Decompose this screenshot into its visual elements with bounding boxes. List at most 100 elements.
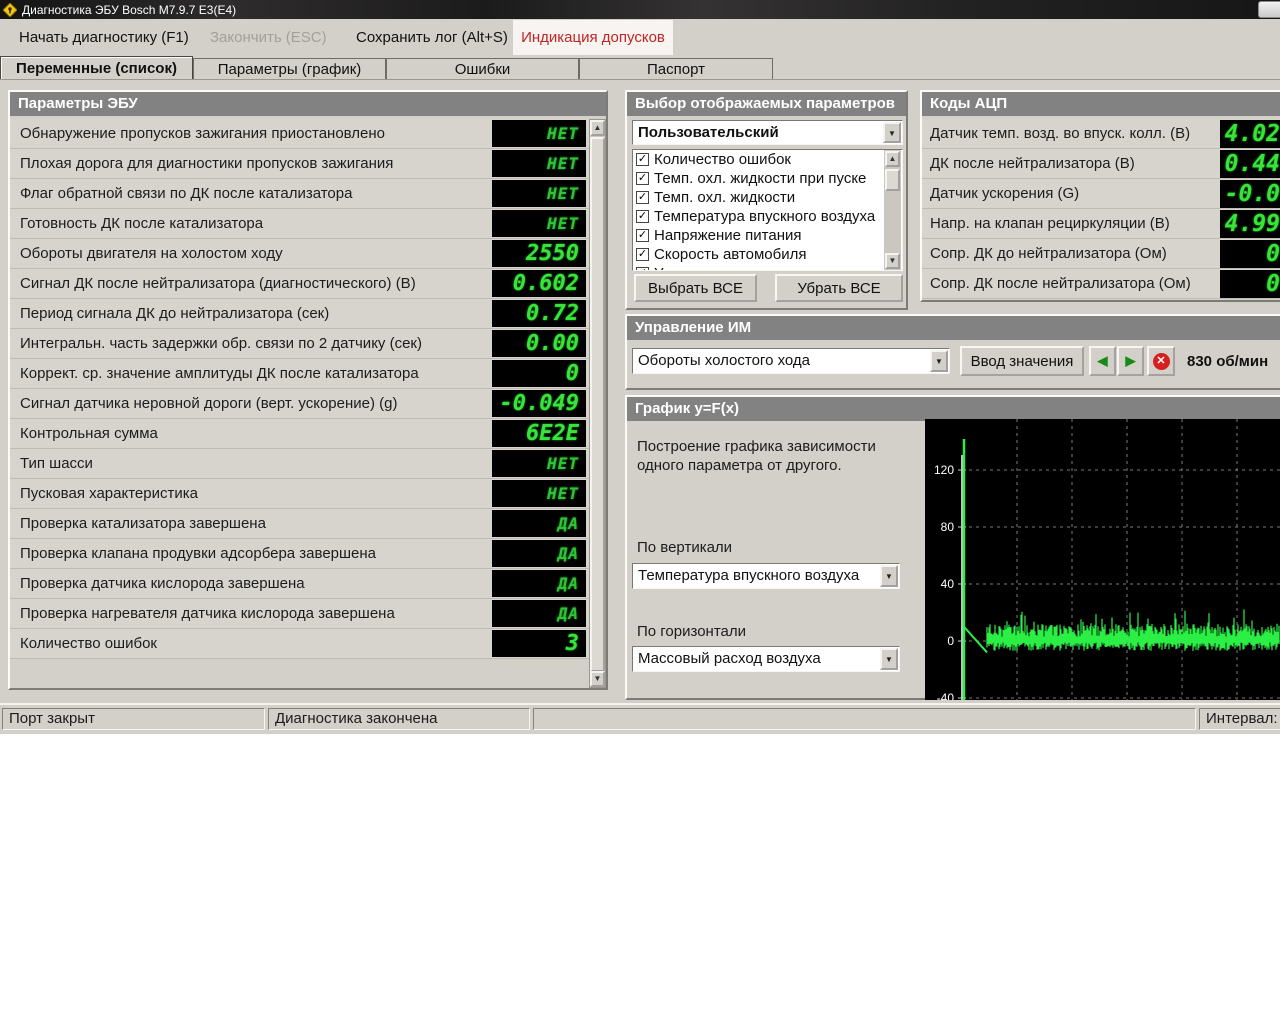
chevron-down-icon[interactable]: ▼ [880,648,898,670]
actuator-combobox[interactable]: Обороты холостого хода ▼ [632,348,950,374]
scroll-down-icon[interactable]: ▼ [885,253,900,269]
checkbox-icon[interactable]: ✓ [636,191,649,204]
adc-row: Сопр. ДК после нейтрализатора (Ом)0 [922,269,1280,299]
actuator-value: Обороты холостого хода [638,349,929,373]
scroll-up-icon[interactable]: ▲ [590,120,605,136]
scroll-up-icon[interactable]: ▲ [885,151,900,167]
param-list-item-label: Темп. охл. жидкости [654,189,795,206]
checkbox-icon[interactable]: ✓ [636,210,649,223]
enter-value-button[interactable]: Ввод значения [960,346,1084,376]
horizontal-axis-label: По горизонтали [637,623,746,640]
svg-text:80: 80 [941,520,955,534]
chevron-down-icon[interactable]: ▼ [883,122,901,143]
start-diagnostics-button[interactable]: Начать диагностику (F1) [19,19,189,56]
param-value-display: ДА [492,570,586,597]
param-row: Сигнал датчика неровной дороги (верт. ус… [10,389,595,419]
chevron-down-icon[interactable]: ▼ [880,565,898,587]
tab-parameters-graph[interactable]: Параметры (график) [193,58,386,79]
param-value-display: 0 [492,360,586,387]
graph-header: График y=F(x) [627,397,1280,421]
param-value-display: ДА [492,600,586,627]
status-diagnostics: Диагностика закончена [268,708,530,730]
ecu-params-scrollbar[interactable]: ▲ ▼ [589,119,606,688]
param-list-item[interactable]: ✓Количество ошибок [633,150,902,169]
actuator-header: Управление ИМ [627,316,1280,340]
param-select-header: Выбор отображаемых параметров [627,92,906,116]
tab-variables-list[interactable]: Переменные (список) [0,56,193,80]
scroll-down-icon[interactable]: ▼ [590,671,605,687]
param-row: Проверка датчика кислорода завершенаДА [10,569,595,599]
param-value-display: НЕТ [492,450,586,477]
adc-value-display: 4.02 [1220,120,1280,148]
ecu-params-panel: Параметры ЭБУ Обнаружение пропусков зажи… [8,90,608,690]
tolerance-indication-button[interactable]: Индикация допусков [513,20,673,55]
actuator-panel: Управление ИМ Обороты холостого хода ▼ В… [625,314,1280,390]
adc-label: Сопр. ДК до нейтрализатора (Ом) [930,239,1167,268]
param-list-item[interactable]: ✓Скорость автомобиля [633,245,902,264]
decrease-arrow-button[interactable]: ◀ [1089,346,1116,376]
param-list-scrollbar[interactable]: ▲ ▼ [884,150,901,270]
select-all-button[interactable]: Выбрать ВСЕ [634,274,757,302]
param-list-item-label: Темп. охл. жидкости при пуске [654,170,866,187]
svg-text:-40: -40 [937,691,955,700]
save-log-button[interactable]: Сохранить лог (Alt+S) [356,19,508,56]
scrollbar-thumb[interactable] [590,137,605,672]
param-value-display: НЕТ [492,120,586,147]
param-list-item-label: Угол опережения зажигания [654,265,849,271]
toolbar: Начать диагностику (F1) Закончить (ESC) … [0,19,1280,56]
param-value-display: 6E2E [492,420,586,447]
preset-combobox[interactable]: Пользовательский ▼ [632,120,903,145]
param-list-item[interactable]: ✓ Темп. охл. жидкости [633,188,902,207]
checkbox-icon[interactable]: ✓ [636,229,649,242]
tab-bar: Переменные (список) Параметры (график) О… [0,56,1280,80]
status-bar: Порт закрыт Диагностика закончена Интерв… [0,703,1280,732]
param-label: Контрольная сумма [20,419,158,448]
adc-label: Сопр. ДК после нейтрализатора (Ом) [930,269,1191,298]
app-window: Диагностика ЭБУ Bosch M7.9.7 E3(E4) Нача… [0,0,1280,734]
scrollbar-thumb[interactable] [885,169,900,191]
tab-passport[interactable]: Паспорт [579,58,773,79]
graph-description: Построение графика зависимости одного па… [637,437,917,475]
param-row: Обороты двигателя на холостом ходу2550 [10,239,595,269]
adc-value-display: 0.44 [1220,150,1280,178]
svg-text:0: 0 [947,634,954,648]
param-checkbox-list[interactable]: ✓Количество ошибок✓Темп. охл. жидкости п… [632,149,903,271]
param-list-item[interactable]: ✓ Угол опережения зажигания [633,264,902,271]
vertical-axis-value: Температура впускного воздуха [638,564,879,588]
param-label: Плохая дорога для диагностики пропусков … [20,149,393,178]
ecu-params-header: Параметры ЭБУ [10,92,606,116]
vertical-axis-combobox[interactable]: Температура впускного воздуха ▼ [632,563,900,589]
param-value-display: НЕТ [492,180,586,207]
param-row: Пусковая характеристикаНЕТ [10,479,595,509]
vertical-axis-label: По вертикали [637,539,732,556]
param-label: Период сигнала ДК до нейтрализатора (сек… [20,299,329,328]
checkbox-icon[interactable]: ✓ [636,153,649,166]
tab-errors[interactable]: Ошибки [386,58,579,79]
preset-value: Пользовательский [638,121,882,144]
increase-arrow-button[interactable]: ▶ [1117,346,1144,376]
param-list-item[interactable]: ✓ Темп. охл. жидкости при пуске [633,169,902,188]
stop-button[interactable]: ✕ [1147,346,1175,376]
adc-label: Напр. на клапан рециркуляции (В) [930,209,1170,238]
adc-header: Коды АЦП [922,92,1280,116]
adc-panel: Коды АЦП Датчик темп. возд. во впуск. ко… [920,90,1280,302]
checkbox-icon[interactable]: ✓ [636,267,649,271]
param-list-item[interactable]: ✓Напряжение питания [633,226,902,245]
window-controls[interactable] [1258,1,1280,18]
param-value-display: ДА [492,540,586,567]
ecu-params-table: Обнаружение пропусков зажигания приостан… [10,119,595,659]
horizontal-axis-combobox[interactable]: Массовый расход воздуха ▼ [632,646,900,672]
param-list-item[interactable]: ✓Температура впускного воздуха [633,207,902,226]
param-value-display: 2550 [492,240,586,267]
clear-all-button[interactable]: Убрать ВСЕ [775,274,903,302]
close-icon: ✕ [1153,353,1170,370]
status-interval: Интервал: 4 [1199,708,1280,730]
chevron-down-icon[interactable]: ▼ [930,350,948,372]
param-value-display: НЕТ [492,150,586,177]
checkbox-icon[interactable]: ✓ [636,248,649,261]
param-row: Сигнал ДК после нейтрализатора (диагност… [10,269,595,299]
checkbox-icon[interactable]: ✓ [636,172,649,185]
adc-value-display: 0 [1220,240,1280,268]
adc-label: Датчик ускорения (G) [930,179,1079,208]
rpm-value: 830 об/мин [1187,353,1268,370]
